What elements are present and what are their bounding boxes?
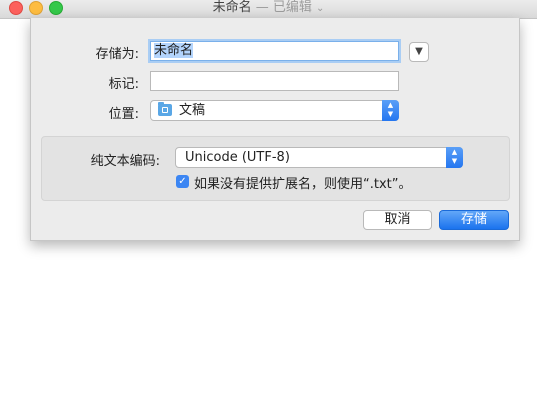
encoding-value: Unicode (UTF-8) <box>185 150 290 165</box>
save-as-label: 存储为: <box>95 47 139 62</box>
popup-arrows-icon: ▲ ▼ <box>382 100 399 121</box>
edited-status: — 已编辑 <box>255 0 312 15</box>
save-sheet: 存储为: 未命名 ▼ 标记: 位置: 文稿 ▲ ▼ 纯文本编码: Unicode … <box>30 18 520 241</box>
folder-icon <box>158 102 172 116</box>
format-options-panel: 纯文本编码: Unicode (UTF-8) ▲ ▼ ✓ 如果没有提供扩展名，则使… <box>41 136 510 201</box>
document-name: 未命名 <box>212 0 252 15</box>
encoding-label: 纯文本编码: <box>90 154 160 169</box>
tags-label: 标记: <box>108 77 139 92</box>
checkmark-icon: ✓ <box>178 176 187 187</box>
title-chevron-icon[interactable]: ⌄ <box>316 3 324 14</box>
location-label: 位置: <box>108 107 139 122</box>
location-popup[interactable]: 文稿 ▲ ▼ <box>150 100 399 121</box>
encoding-popup[interactable]: Unicode (UTF-8) ▲ ▼ <box>175 147 463 168</box>
extension-checkbox[interactable]: ✓ <box>176 175 189 188</box>
popup-arrows-icon: ▲ ▼ <box>446 147 463 168</box>
window-titlebar: 未命名 — 已编辑 ⌄ <box>0 0 537 19</box>
tags-field[interactable] <box>150 71 399 91</box>
extension-checkbox-label[interactable]: 如果没有提供扩展名，则使用“.txt”。 <box>194 173 412 192</box>
save-as-field[interactable]: 未命名 <box>150 41 399 61</box>
save-button[interactable]: 存储 <box>439 210 509 230</box>
expand-dialog-button[interactable]: ▼ <box>409 42 429 62</box>
cancel-button[interactable]: 取消 <box>363 210 432 230</box>
location-value: 文稿 <box>179 103 206 118</box>
window-title[interactable]: 未命名 — 已编辑 ⌄ <box>0 0 537 18</box>
chevron-down-icon: ▼ <box>415 46 423 57</box>
filename-text: 未命名 <box>154 43 194 58</box>
